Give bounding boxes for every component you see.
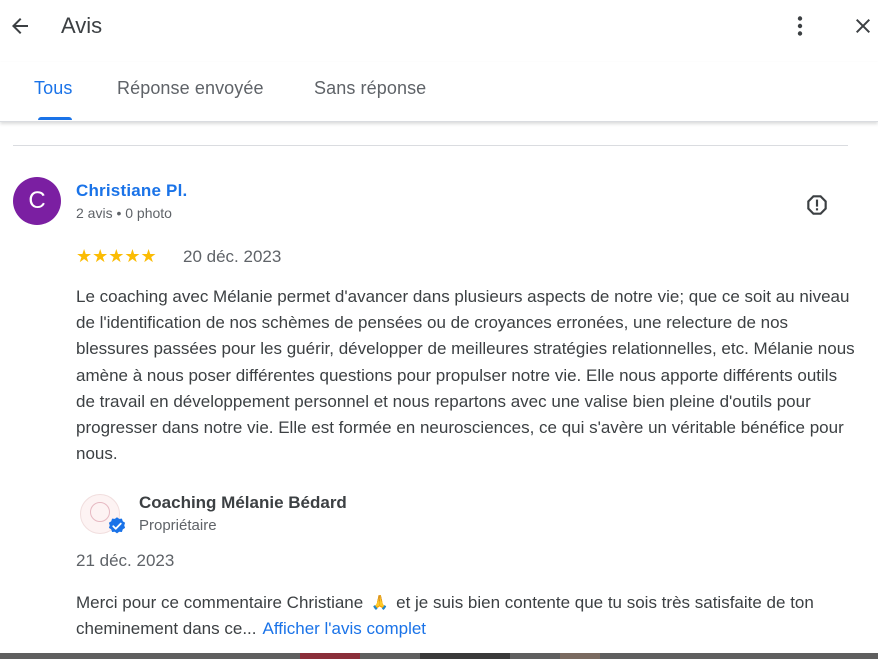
reply-date: 21 déc. 2023	[76, 551, 175, 570]
folded-hands-emoji: 🙏	[370, 595, 389, 611]
more-vert-icon	[797, 16, 803, 36]
more-options-button[interactable]	[786, 11, 814, 41]
reply-text-start: Merci pour ce commentaire Christiane	[76, 593, 364, 612]
verified-badge-icon	[107, 516, 127, 536]
page-title: Avis	[61, 13, 103, 38]
reviewer-meta: 2 avis • 0 photo	[76, 205, 172, 221]
avatar[interactable]: C	[13, 177, 61, 225]
divider	[13, 145, 848, 146]
reply-text: Merci pour ce commentaire Christiane 🙏 e…	[76, 590, 866, 642]
arrow-back-icon	[12, 18, 28, 34]
star-rating: ★★★★★	[76, 246, 157, 266]
close-button[interactable]	[849, 12, 877, 40]
reviewer-name[interactable]: Christiane Pl.	[76, 180, 187, 202]
tab-reponse-envoyee[interactable]: Réponse envoyée	[117, 76, 264, 100]
report-review-button[interactable]	[803, 191, 831, 219]
review-filter-tabs: Tous Réponse envoyée Sans réponse	[0, 62, 878, 122]
review-date: 20 déc. 2023	[183, 247, 282, 266]
report-flag-icon	[807, 195, 827, 215]
back-button[interactable]	[6, 12, 34, 40]
tab-tous[interactable]: Tous	[34, 76, 72, 100]
owner-role: Propriétaire	[139, 517, 217, 534]
review-text: Le coaching avec Mélanie permet d'avance…	[76, 287, 855, 464]
close-icon	[856, 19, 870, 33]
owner-name: Coaching Mélanie Bédard	[139, 493, 347, 512]
bottom-photo-strip	[0, 653, 878, 659]
tab-sans-reponse[interactable]: Sans réponse	[314, 76, 426, 100]
top-app-bar: Avis	[0, 0, 878, 52]
active-tab-indicator	[38, 117, 72, 120]
show-full-review-link[interactable]: Afficher l'avis complet	[262, 619, 426, 638]
